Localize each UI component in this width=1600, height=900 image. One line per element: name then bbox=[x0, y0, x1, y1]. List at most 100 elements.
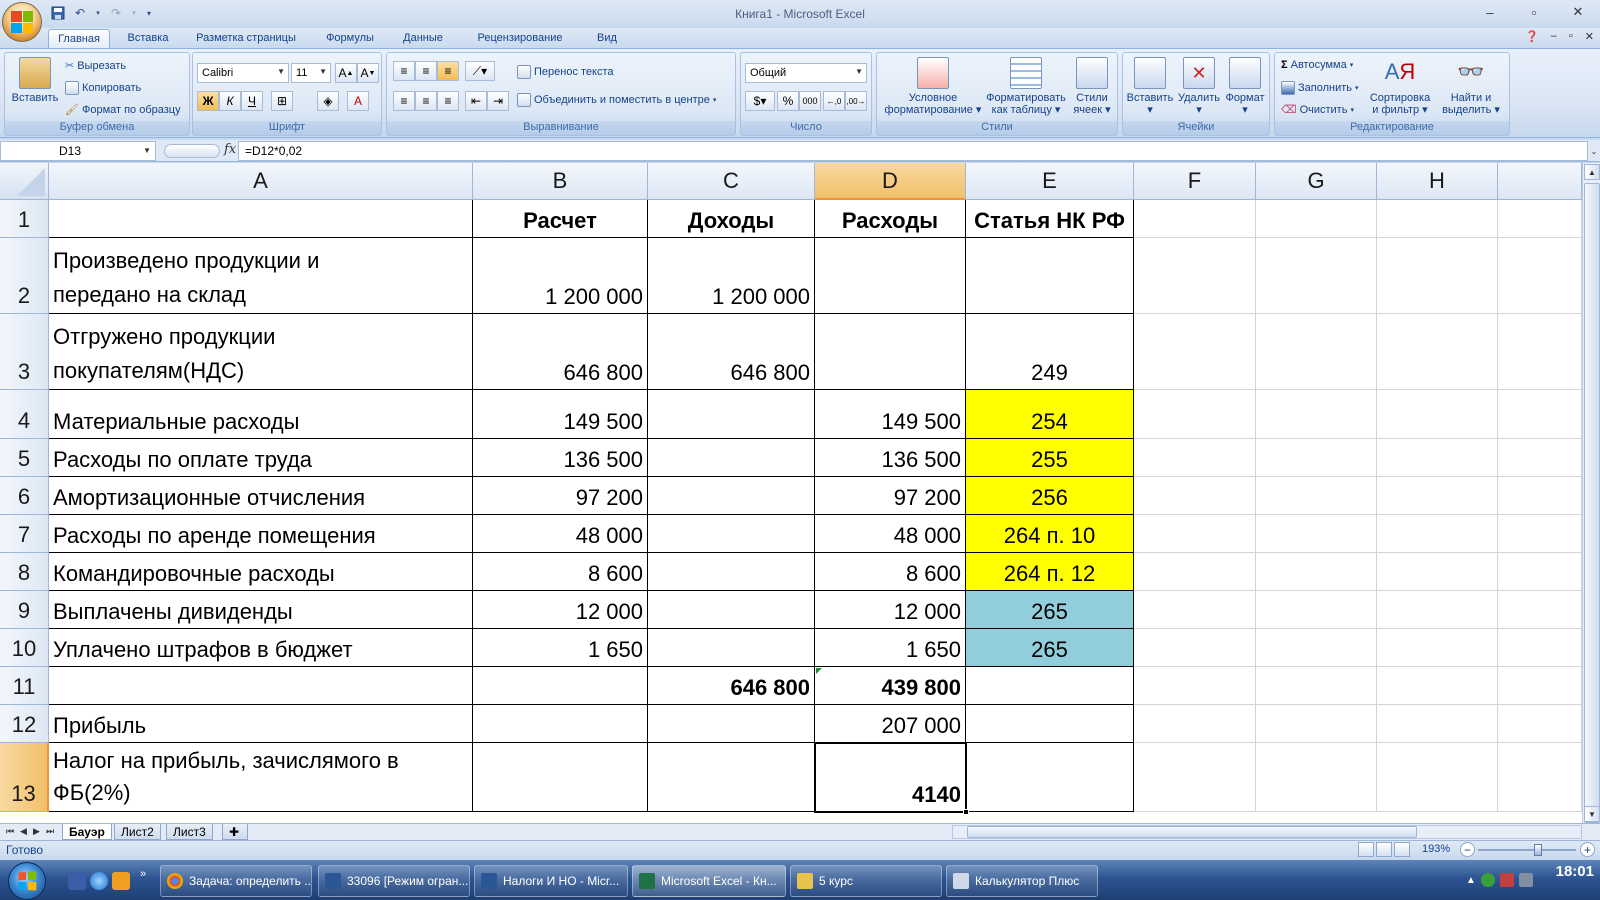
empty-cell[interactable] bbox=[1134, 238, 1256, 314]
empty-cell[interactable] bbox=[1134, 439, 1256, 477]
cell-d8[interactable]: 8 600 bbox=[815, 553, 966, 591]
cell-a3[interactable]: Отгружено продукции покупателям(НДС) bbox=[49, 314, 473, 390]
tab-formulas[interactable]: Формулы bbox=[318, 29, 382, 48]
cell-a1[interactable] bbox=[49, 200, 473, 238]
empty-cell[interactable] bbox=[1256, 743, 1377, 812]
cell-b3[interactable]: 646 800 bbox=[473, 314, 648, 390]
empty-cell[interactable] bbox=[1377, 629, 1498, 667]
start-button[interactable] bbox=[8, 862, 46, 900]
empty-cell[interactable] bbox=[1498, 705, 1582, 743]
font-name-combo[interactable]: Calibri ▼ bbox=[197, 63, 289, 83]
empty-cell[interactable] bbox=[1377, 314, 1498, 390]
tab-data[interactable]: Данные bbox=[398, 29, 448, 48]
currency-icon[interactable]: $▾ bbox=[745, 91, 775, 111]
cell-a2[interactable]: Произведено продукции и передано на склад bbox=[49, 238, 473, 314]
empty-cell[interactable] bbox=[1498, 629, 1582, 667]
page-break-view-icon[interactable] bbox=[1394, 842, 1410, 857]
empty-cell[interactable] bbox=[1134, 390, 1256, 439]
cell-d10[interactable]: 1 650 bbox=[815, 629, 966, 667]
row-header-10[interactable]: 10 bbox=[0, 629, 49, 667]
row-header-9[interactable]: 9 bbox=[0, 591, 49, 629]
select-all-button[interactable] bbox=[0, 163, 49, 200]
cell-e9[interactable]: 265 bbox=[966, 591, 1134, 629]
cell-e7[interactable]: 264 п. 10 bbox=[966, 515, 1134, 553]
column-header-g[interactable]: G bbox=[1256, 163, 1377, 200]
column-header-a[interactable]: A bbox=[49, 163, 473, 200]
cell-e11[interactable] bbox=[966, 667, 1134, 705]
cell-c2[interactable]: 1 200 000 bbox=[648, 238, 815, 314]
column-header-overflow[interactable] bbox=[1498, 163, 1582, 200]
cell-c7[interactable] bbox=[648, 515, 815, 553]
cell-d13[interactable]: 4140 bbox=[815, 743, 966, 812]
number-format-combo[interactable]: Общий ▼ bbox=[745, 63, 867, 83]
align-top-icon[interactable]: ≡ bbox=[393, 61, 415, 81]
align-bottom-icon[interactable]: ≡ bbox=[437, 61, 459, 81]
zoom-level[interactable]: 193% bbox=[1422, 843, 1450, 855]
cell-d9[interactable]: 12 000 bbox=[815, 591, 966, 629]
shrink-font-icon[interactable]: A ▼ bbox=[357, 63, 379, 83]
row-header-12[interactable]: 12 bbox=[0, 705, 49, 743]
increase-decimal-icon[interactable]: ←,0 bbox=[823, 91, 845, 111]
cell-e12[interactable] bbox=[966, 705, 1134, 743]
empty-cell[interactable] bbox=[1256, 591, 1377, 629]
prev-sheet-icon[interactable]: ◀ bbox=[20, 826, 27, 837]
grow-font-icon[interactable]: A ▲ bbox=[335, 63, 357, 83]
vertical-scroll-thumb[interactable] bbox=[1584, 183, 1600, 823]
zoom-slider-thumb[interactable] bbox=[1534, 844, 1542, 856]
row-header-11[interactable]: 11 bbox=[0, 667, 49, 705]
empty-cell[interactable] bbox=[1498, 200, 1582, 238]
empty-cell[interactable] bbox=[1256, 629, 1377, 667]
cell-c13[interactable] bbox=[648, 743, 815, 812]
internet-explorer-icon[interactable] bbox=[90, 872, 108, 890]
empty-cell[interactable] bbox=[1498, 553, 1582, 591]
cut-button[interactable]: ✂ Вырезать bbox=[65, 59, 126, 73]
find-select-button[interactable]: 👓 Найти и выделить ▾ bbox=[1437, 57, 1505, 116]
empty-cell[interactable] bbox=[1256, 477, 1377, 515]
cell-a12[interactable]: Прибыль bbox=[49, 705, 473, 743]
cell-c10[interactable] bbox=[648, 629, 815, 667]
sheet-tab-2[interactable]: Лист2 bbox=[114, 824, 161, 840]
empty-cell[interactable] bbox=[1134, 200, 1256, 238]
last-sheet-icon[interactable]: ⏭ bbox=[46, 826, 54, 837]
doc-minimize-icon[interactable]: – bbox=[1551, 30, 1557, 43]
media-player-icon[interactable] bbox=[112, 872, 130, 890]
align-right-icon[interactable]: ≡ bbox=[437, 91, 459, 111]
empty-cell[interactable] bbox=[1134, 705, 1256, 743]
cell-c9[interactable] bbox=[648, 591, 815, 629]
cell-e13[interactable] bbox=[966, 743, 1134, 812]
increase-indent-icon[interactable]: ⇥ bbox=[487, 91, 509, 111]
tab-insert[interactable]: Вставка bbox=[118, 29, 178, 48]
cell-c12[interactable] bbox=[648, 705, 815, 743]
first-sheet-icon[interactable]: ⏮ bbox=[6, 826, 14, 837]
align-middle-icon[interactable]: ≡ bbox=[415, 61, 437, 81]
cell-c4[interactable] bbox=[648, 390, 815, 439]
cell-b4[interactable]: 149 500 bbox=[473, 390, 648, 439]
network-icon[interactable] bbox=[1480, 873, 1495, 887]
cell-d7[interactable]: 48 000 bbox=[815, 515, 966, 553]
page-layout-view-icon[interactable] bbox=[1376, 842, 1392, 857]
show-desktop-icon[interactable] bbox=[68, 872, 86, 890]
format-as-table-button[interactable]: Форматировать как таблицу ▾ bbox=[979, 57, 1073, 116]
merge-center-button[interactable]: Объединить и поместить в центре ▾ bbox=[517, 93, 716, 107]
taskbar-item-browser[interactable]: Задача: определить ... bbox=[160, 865, 312, 897]
empty-cell[interactable] bbox=[1256, 314, 1377, 390]
empty-cell[interactable] bbox=[1498, 591, 1582, 629]
cell-styles-button[interactable]: Стили ячеек ▾ bbox=[1069, 57, 1115, 116]
cell-d3[interactable] bbox=[815, 314, 966, 390]
next-sheet-icon[interactable]: ▶ bbox=[33, 826, 40, 837]
empty-cell[interactable] bbox=[1377, 477, 1498, 515]
bold-icon[interactable]: Ж bbox=[197, 91, 219, 111]
cell-b13[interactable] bbox=[473, 743, 648, 812]
tab-view[interactable]: Вид bbox=[590, 29, 624, 48]
fill-button[interactable]: Заполнить ▾ bbox=[1281, 81, 1359, 95]
align-center-icon[interactable]: ≡ bbox=[415, 91, 437, 111]
cell-d5[interactable]: 136 500 bbox=[815, 439, 966, 477]
cell-b8[interactable]: 8 600 bbox=[473, 553, 648, 591]
cell-e10[interactable]: 265 bbox=[966, 629, 1134, 667]
horizontal-scroll-thumb[interactable] bbox=[967, 826, 1417, 838]
font-color-icon[interactable]: A bbox=[347, 91, 369, 111]
cell-e8[interactable]: 264 п. 12 bbox=[966, 553, 1134, 591]
scroll-down-icon[interactable]: ▼ bbox=[1584, 806, 1600, 822]
insert-cells-button[interactable]: Вставить ▾ bbox=[1125, 57, 1175, 116]
tab-review[interactable]: Рецензирование bbox=[470, 29, 570, 48]
